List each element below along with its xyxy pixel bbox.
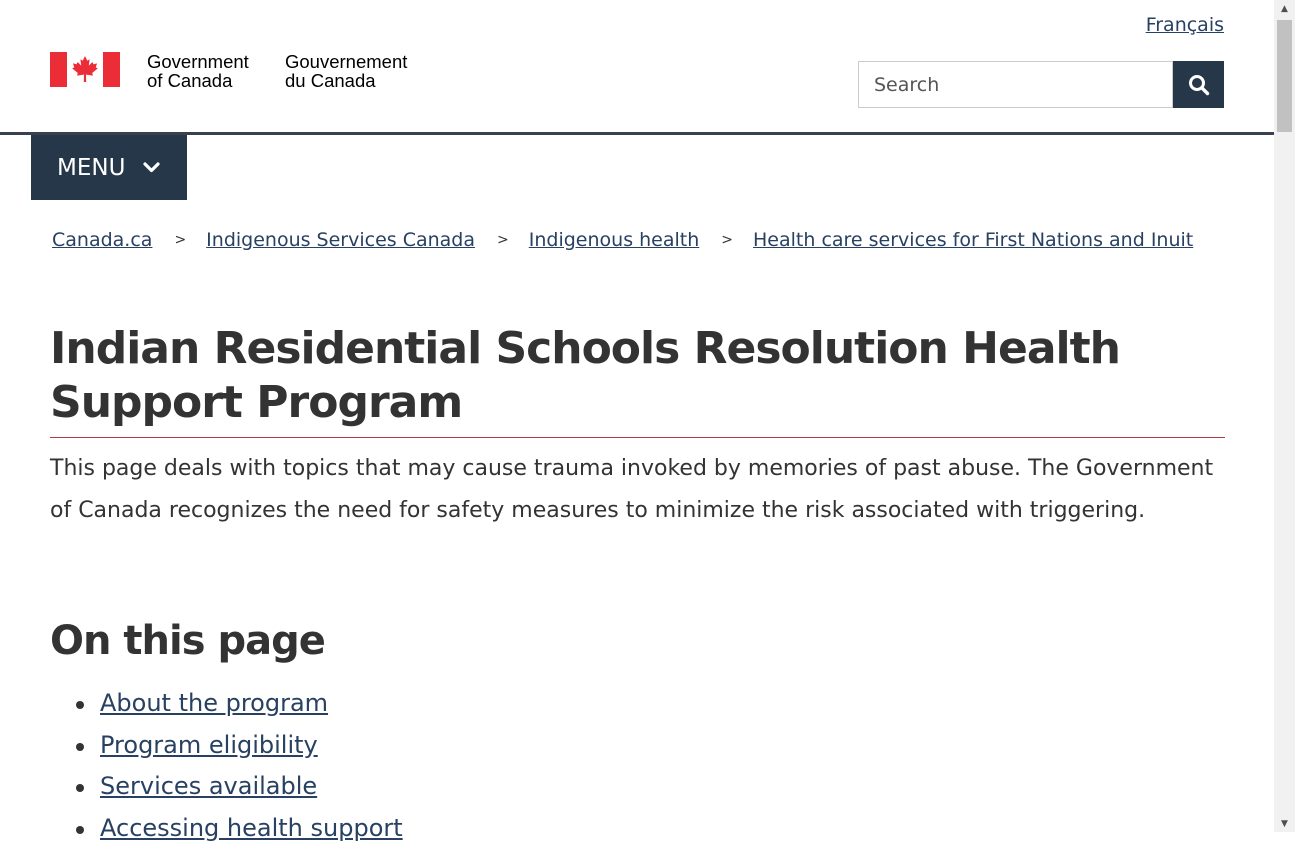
canada-flag-icon <box>50 52 120 87</box>
toc-link-accessing-health-support[interactable]: Accessing health support <box>100 814 403 842</box>
signature-fr-line-1: Gouvernement <box>285 52 445 71</box>
site-search <box>858 61 1224 108</box>
breadcrumb-link-indigenous-services[interactable]: Indigenous Services Canada <box>206 229 475 251</box>
menu-button[interactable]: MENU <box>31 135 187 200</box>
signature-english: Government of Canada <box>147 52 287 90</box>
page-title: Indian Residential Schools Resolution He… <box>50 322 1225 430</box>
menu-label: MENU <box>57 155 125 181</box>
list-item: About the program <box>100 683 403 725</box>
list-item: Services available <box>100 766 403 808</box>
title-underline <box>50 437 1225 438</box>
magnifying-glass-icon <box>1188 74 1210 96</box>
breadcrumb-separator: > <box>721 232 733 248</box>
language-toggle-link[interactable]: Français <box>1146 14 1224 36</box>
toc-link-services-available[interactable]: Services available <box>100 772 317 800</box>
toc-link-program-eligibility[interactable]: Program eligibility <box>100 731 318 759</box>
breadcrumb-link-canada[interactable]: Canada.ca <box>52 229 152 251</box>
trauma-notice-paragraph: This page deals with topics that may cau… <box>50 448 1225 531</box>
breadcrumb: Canada.ca > Indigenous Services Canada >… <box>52 229 1193 251</box>
scrollbar-thumb[interactable] <box>1277 20 1292 132</box>
on-this-page-list: About the program Program eligibility Se… <box>100 683 403 849</box>
signature-en-line-1: Government <box>147 52 287 71</box>
breadcrumb-separator: > <box>497 232 509 248</box>
breadcrumb-link-indigenous-health[interactable]: Indigenous health <box>529 229 700 251</box>
government-signature[interactable]: Government of Canada Gouvernement du Can… <box>50 52 120 87</box>
on-this-page-heading: On this page <box>50 613 325 669</box>
breadcrumb-link-health-care-services[interactable]: Health care services for First Nations a… <box>753 229 1193 251</box>
search-input[interactable] <box>858 61 1173 108</box>
search-button[interactable] <box>1173 61 1224 108</box>
breadcrumb-separator: > <box>174 232 186 248</box>
toc-link-about-program[interactable]: About the program <box>100 689 328 717</box>
chevron-down-icon <box>143 162 160 174</box>
signature-french: Gouvernement du Canada <box>285 52 445 90</box>
signature-fr-line-2: du Canada <box>285 71 445 90</box>
signature-en-line-2: of Canada <box>147 71 287 90</box>
scroll-down-arrow-icon[interactable]: ▼ <box>1274 815 1295 832</box>
list-item: Accessing health support <box>100 808 403 849</box>
header-divider <box>0 132 1274 135</box>
vertical-scrollbar[interactable]: ▲ ▼ <box>1274 0 1295 832</box>
list-item: Program eligibility <box>100 725 403 767</box>
scroll-up-arrow-icon[interactable]: ▲ <box>1274 0 1295 17</box>
